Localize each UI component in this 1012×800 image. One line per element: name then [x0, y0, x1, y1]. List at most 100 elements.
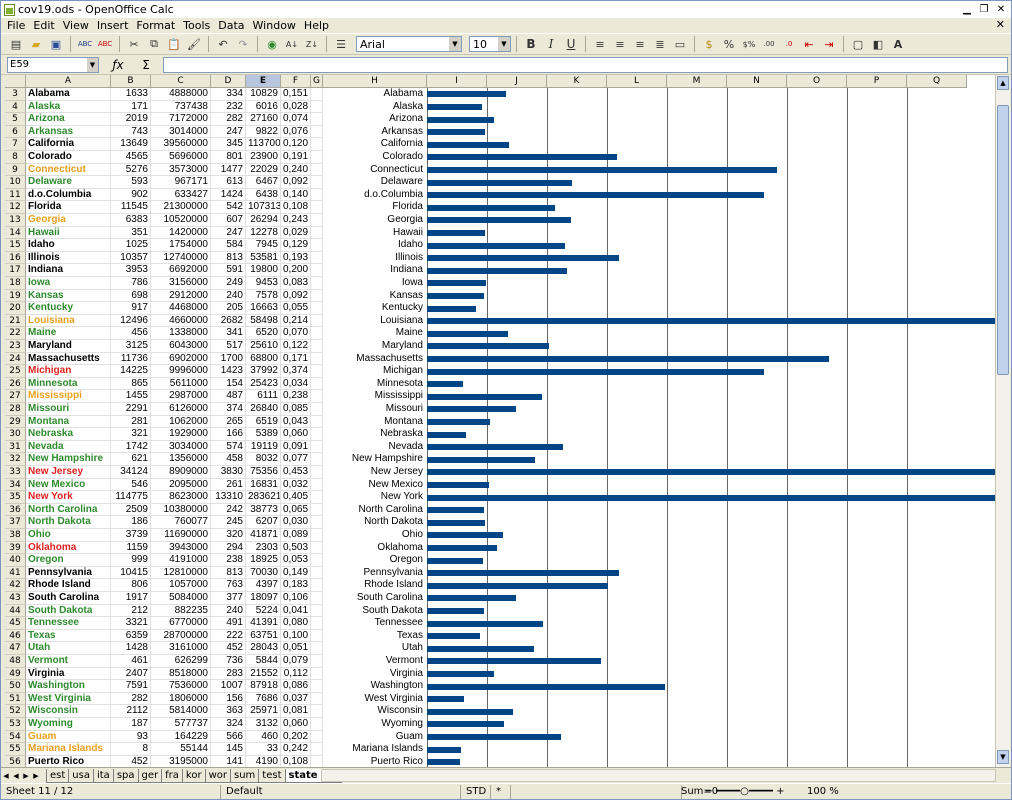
cell-d[interactable]: 345: [211, 138, 246, 151]
cell-b[interactable]: 5276: [111, 163, 151, 177]
font-color-icon[interactable]: A: [889, 35, 907, 53]
cell-c[interactable]: 760077: [151, 516, 211, 529]
cell-g[interactable]: [311, 755, 323, 767]
cell-f[interactable]: 0,240: [281, 163, 311, 177]
row-header[interactable]: 28: [5, 403, 26, 416]
cell-g[interactable]: [311, 680, 323, 693]
cell-b[interactable]: 281: [111, 415, 151, 429]
row-header[interactable]: 46: [5, 629, 26, 643]
cell-g[interactable]: [311, 340, 323, 353]
cell-b[interactable]: 321: [111, 428, 151, 441]
cell-c[interactable]: 3161000: [151, 642, 211, 655]
cell-e[interactable]: 9822: [246, 125, 281, 139]
cell-g[interactable]: [311, 289, 323, 303]
cell-a[interactable]: Maine: [26, 327, 111, 340]
cell-e[interactable]: 25971: [246, 705, 281, 718]
column-header-p[interactable]: P: [847, 75, 907, 88]
cell-d[interactable]: 247: [211, 226, 246, 240]
cell-f[interactable]: 0,030: [281, 516, 311, 529]
add-decimal-icon[interactable]: .00: [760, 35, 778, 53]
cell-g[interactable]: [311, 428, 323, 441]
sheet-tab-state[interactable]: state: [284, 768, 322, 783]
cell-g[interactable]: [311, 743, 323, 756]
cell-e[interactable]: 25610: [246, 340, 281, 353]
cell-e[interactable]: 33: [246, 743, 281, 756]
background-color-icon[interactable]: ◧: [869, 35, 887, 53]
cell-a[interactable]: Montana: [26, 415, 111, 429]
column-header-c[interactable]: C: [151, 75, 211, 88]
cell-g[interactable]: [311, 390, 323, 403]
cell-e[interactable]: 25423: [246, 377, 281, 391]
cell-f[interactable]: 0,238: [281, 390, 311, 403]
row-header[interactable]: 22: [5, 327, 26, 340]
cell-g[interactable]: [311, 365, 323, 378]
cell-a[interactable]: Washington: [26, 680, 111, 693]
chevron-down-icon[interactable]: ▼: [498, 37, 510, 51]
cell-a[interactable]: Colorado: [26, 151, 111, 164]
cell-g[interactable]: [311, 692, 323, 706]
cell-g[interactable]: [311, 718, 323, 731]
cell-e[interactable]: 68800: [246, 352, 281, 366]
cell-a[interactable]: Mariana Islands: [26, 743, 111, 756]
cell-e[interactable]: 5844: [246, 655, 281, 668]
cell-g[interactable]: [311, 226, 323, 240]
cell-e[interactable]: 107313: [246, 201, 281, 214]
cell-b[interactable]: 34124: [111, 466, 151, 479]
cell-d[interactable]: 1477: [211, 163, 246, 177]
row-header[interactable]: 16: [5, 251, 26, 265]
cell-f[interactable]: 0,055: [281, 302, 311, 315]
spellcheck-icon[interactable]: ABC: [76, 35, 94, 53]
cell-a[interactable]: Ohio: [26, 529, 111, 542]
cell-b[interactable]: 13649: [111, 138, 151, 151]
chevron-down-icon[interactable]: ▼: [87, 57, 98, 72]
scroll-up-icon[interactable]: ▲: [997, 76, 1009, 90]
cell-b[interactable]: 806: [111, 579, 151, 592]
standard-format-icon[interactable]: $%: [740, 35, 758, 53]
cell-a[interactable]: Vermont: [26, 655, 111, 668]
cell-e[interactable]: 26840: [246, 403, 281, 416]
cell-f[interactable]: 0,043: [281, 415, 311, 429]
cell-c[interactable]: 1929000: [151, 428, 211, 441]
cell-d[interactable]: 166: [211, 428, 246, 441]
cell-b[interactable]: 1917: [111, 592, 151, 605]
cell-g[interactable]: [311, 730, 323, 744]
column-header-m[interactable]: M: [667, 75, 727, 88]
cell-c[interactable]: 55144: [151, 743, 211, 756]
column-header-e[interactable]: E: [246, 75, 281, 88]
cell-b[interactable]: 786: [111, 277, 151, 290]
cell-c[interactable]: 10520000: [151, 214, 211, 227]
cell-a[interactable]: South Carolina: [26, 592, 111, 605]
row-header[interactable]: 27: [5, 390, 26, 403]
cell-a[interactable]: Guam: [26, 730, 111, 744]
cell-f[interactable]: 0,081: [281, 705, 311, 718]
cell-e[interactable]: 18097: [246, 592, 281, 605]
cell-f[interactable]: 0,077: [281, 453, 311, 466]
cell-c[interactable]: 1338000: [151, 327, 211, 340]
cell-f[interactable]: 0,070: [281, 327, 311, 340]
font-size-select[interactable]: 10 ▼: [469, 36, 511, 52]
cell-g[interactable]: [311, 667, 323, 681]
cell-g[interactable]: [311, 163, 323, 177]
cell-e[interactable]: 6207: [246, 516, 281, 529]
cell-a[interactable]: Kentucky: [26, 302, 111, 315]
cell-g[interactable]: [311, 592, 323, 605]
scroll-down-icon[interactable]: ▼: [997, 750, 1009, 764]
cell-b[interactable]: 8: [111, 743, 151, 756]
cell-a[interactable]: Maryland: [26, 340, 111, 353]
cell-e[interactable]: 28043: [246, 642, 281, 655]
cell-f[interactable]: 0,453: [281, 466, 311, 479]
spreadsheet-grid[interactable]: A B C D E F G H I J K L M N O P Q 3 Alabama 1633 4888000 334 1…: [5, 75, 995, 767]
cell-e[interactable]: 38773: [246, 503, 281, 517]
cell-b[interactable]: 1159: [111, 541, 151, 555]
cell-c[interactable]: 28700000: [151, 629, 211, 643]
sheet-tab-test[interactable]: test: [258, 768, 286, 783]
cell-f[interactable]: 0,065: [281, 503, 311, 517]
cell-a[interactable]: Rhode Island: [26, 579, 111, 592]
currency-icon[interactable]: $: [700, 35, 718, 53]
cell-g[interactable]: [311, 491, 323, 504]
cell-c[interactable]: 5084000: [151, 592, 211, 605]
menu-help[interactable]: Help: [300, 19, 333, 32]
row-header[interactable]: 47: [5, 642, 26, 655]
cell-a[interactable]: Nevada: [26, 440, 111, 454]
close-document-icon[interactable]: ✕: [996, 18, 1005, 31]
